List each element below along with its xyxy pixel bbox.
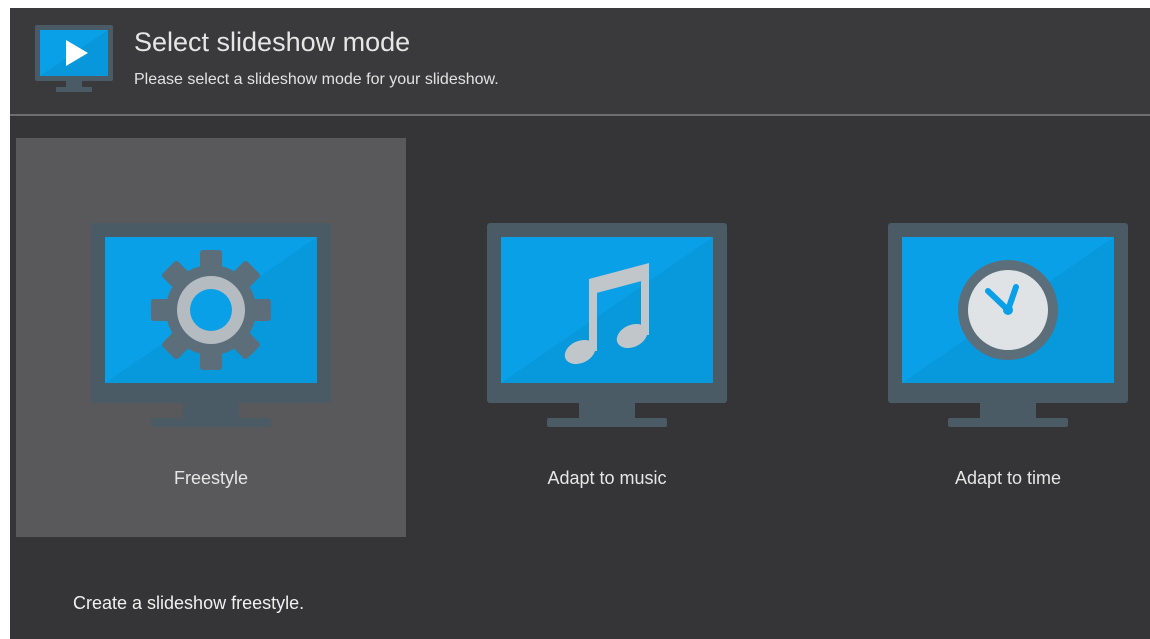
mode-label-adapt-to-music: Adapt to music xyxy=(547,468,667,488)
mode-option-adapt-to-time[interactable]: Adapt to time xyxy=(813,138,1150,537)
clock-icon xyxy=(958,260,1058,360)
monitor-gear-icon xyxy=(91,223,331,427)
slideshow-play-icon xyxy=(35,25,113,92)
monitor-music-icon xyxy=(487,223,727,427)
slideshow-mode-dialog: Select slideshow mode Please select a sl… xyxy=(10,8,1150,639)
page-subtitle: Please select a slideshow mode for your … xyxy=(134,71,499,88)
mode-label-freestyle: Freestyle xyxy=(173,468,249,488)
monitor-clock-icon xyxy=(888,223,1128,427)
mode-description: Create a slideshow freestyle. xyxy=(73,593,305,613)
dialog-header: Select slideshow mode Please select a sl… xyxy=(10,8,1150,114)
mode-option-adapt-to-music[interactable]: Adapt to music xyxy=(412,138,802,537)
mode-label-adapt-to-time: Adapt to time xyxy=(954,468,1062,488)
mode-option-freestyle[interactable]: Freestyle xyxy=(16,138,406,537)
header-divider xyxy=(10,114,1150,116)
page-title: Select slideshow mode xyxy=(134,27,411,57)
gear-icon xyxy=(151,250,271,370)
